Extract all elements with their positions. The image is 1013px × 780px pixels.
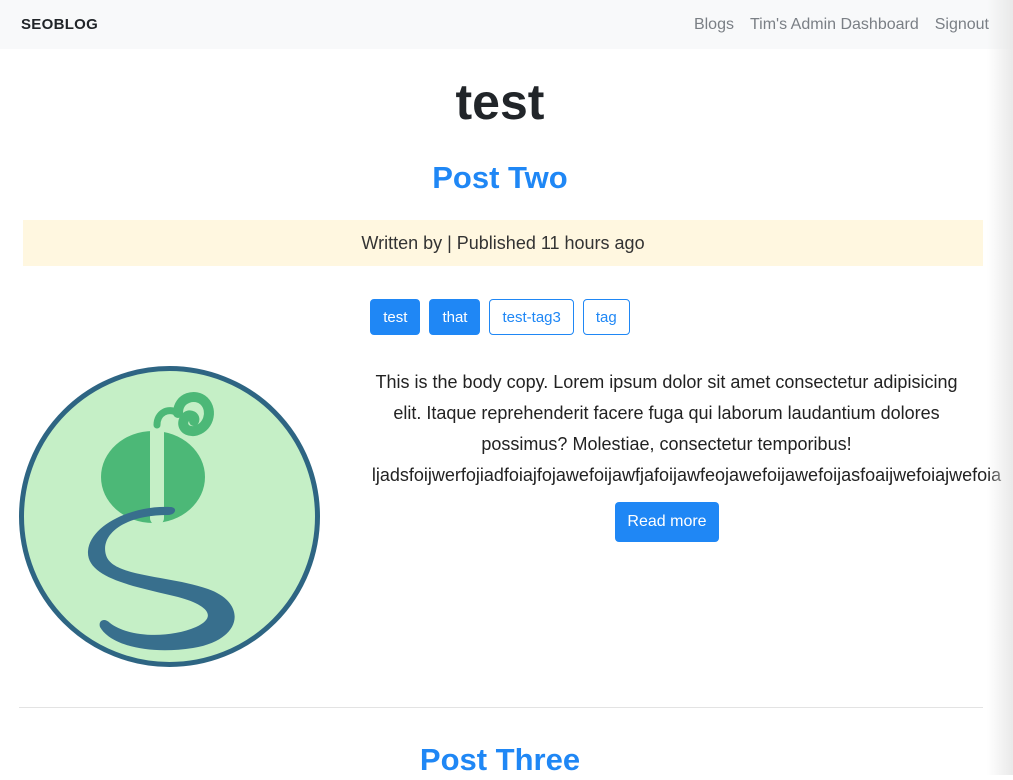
nav-link-signout[interactable]: Signout [935, 16, 989, 34]
post-meta-text: Written by | Published 11 hours ago [361, 232, 645, 253]
read-more-button[interactable]: Read more [615, 502, 719, 542]
tag-button[interactable]: test [370, 299, 421, 335]
excerpt-line: ljadsfoijwerfojiadfoiajfojawefoijawfjafo… [371, 465, 1002, 485]
nav-links: Blogs Tim's Admin Dashboard Signout [694, 16, 989, 34]
post-divider [19, 707, 983, 708]
post-meta: Written by | Published 11 hours ago [23, 220, 983, 266]
nav-link-admin-dashboard[interactable]: Tim's Admin Dashboard [750, 16, 919, 34]
post-title-link[interactable]: Post Three [0, 740, 1000, 780]
tag-button[interactable]: that [429, 299, 481, 335]
brand-link[interactable]: SEOBLOG [21, 16, 98, 33]
post-excerpt: This is the body copy. Lorem ipsum dolor… [330, 367, 1003, 491]
top-navbar: SEOBLOG Blogs Tim's Admin Dashboard Sign… [0, 0, 1013, 49]
page-title: test [455, 74, 545, 130]
tag-button[interactable]: tag [582, 299, 630, 335]
nav-link-blogs[interactable]: Blogs [694, 16, 734, 34]
tag-button[interactable]: test-tag3 [489, 299, 574, 335]
excerpt-line: possimus? Molestiae, consectetur tempori… [481, 434, 852, 454]
g-logo-icon [19, 366, 320, 667]
tag-list: test that test-tag3 tag [0, 299, 1000, 335]
excerpt-line: elit. Itaque reprehenderit facere fuga q… [393, 403, 940, 423]
excerpt-line: This is the body copy. Lorem ipsum dolor… [375, 372, 958, 392]
window-edge-shadow [987, 0, 1013, 775]
post-title-link[interactable]: Post Two [0, 158, 1000, 198]
